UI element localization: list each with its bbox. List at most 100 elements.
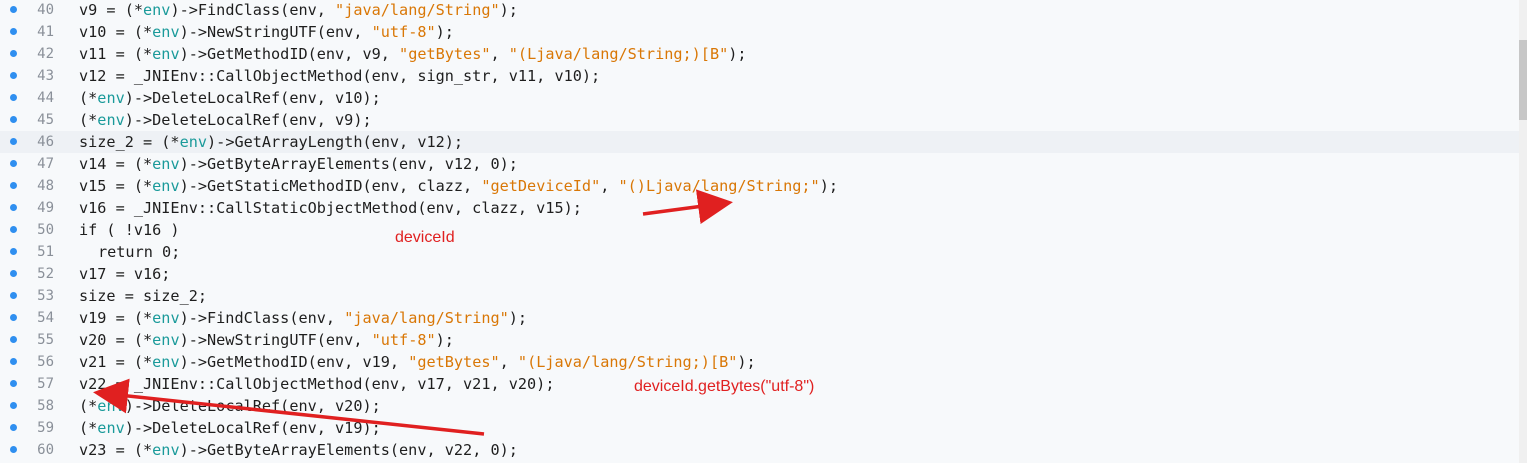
- code-text: v11 = (*env)->GetMethodID(env, v9, "getB…: [79, 43, 747, 65]
- code-token: env: [179, 133, 208, 151]
- code-token: )->FindClass(env,: [179, 309, 345, 327]
- code-token: )->GetMethodID(env, v9,: [179, 45, 400, 63]
- line-number: 46: [37, 134, 54, 150]
- code-token: );: [728, 45, 747, 63]
- code-line[interactable]: 53 size = size_2;: [0, 285, 1520, 307]
- code-line[interactable]: 55 v20 = (*env)->NewStringUTF(env, "utf-8…: [0, 329, 1520, 351]
- breakpoint-dot-icon[interactable]: [10, 446, 17, 453]
- breakpoint-dot-icon[interactable]: [10, 424, 17, 431]
- breakpoint-dot-icon[interactable]: [10, 116, 17, 123]
- code-line[interactable]: 51 return 0;: [0, 241, 1520, 263]
- code-token: return 0;: [98, 243, 181, 261]
- line-number: 45: [37, 112, 54, 128]
- code-token: )->DeleteLocalRef(env, v19);: [124, 419, 381, 437]
- code-token: env: [97, 419, 125, 437]
- breakpoint-dot-icon[interactable]: [10, 138, 17, 145]
- code-token: (*: [79, 111, 98, 129]
- breakpoint-dot-icon[interactable]: [10, 402, 17, 409]
- code-token: "getBytes": [399, 45, 491, 63]
- code-line[interactable]: 43 v12 = _JNIEnv::CallObjectMethod(env, s…: [0, 65, 1520, 87]
- breakpoint-dot-icon[interactable]: [10, 314, 17, 321]
- code-token: env: [152, 353, 180, 371]
- breakpoint-dot-icon[interactable]: [10, 358, 17, 365]
- line-number: 56: [37, 354, 54, 370]
- code-line[interactable]: 44 (*env)->DeleteLocalRef(env, v10);: [0, 87, 1520, 109]
- code-token: );: [508, 309, 528, 327]
- breakpoint-dot-icon[interactable]: [10, 248, 17, 255]
- code-token: v14 = (*: [79, 155, 153, 173]
- breakpoint-dot-icon[interactable]: [10, 204, 17, 211]
- code-text: v14 = (*env)->GetByteArrayElements(env, …: [79, 153, 518, 175]
- code-token: );: [435, 331, 454, 349]
- code-token: )->DeleteLocalRef(env, v10);: [124, 89, 381, 107]
- code-text: (*env)->DeleteLocalRef(env, v20);: [79, 395, 381, 417]
- code-token: )->FindClass(env,: [170, 1, 336, 19]
- breakpoint-dot-icon[interactable]: [10, 226, 17, 233]
- breakpoint-dot-icon[interactable]: [10, 380, 17, 387]
- code-token: v15 = (*: [79, 177, 153, 195]
- code-token: )->GetByteArrayElements(env, v22, 0);: [179, 441, 518, 459]
- code-token: (*: [79, 397, 98, 415]
- code-token: v11 = (*: [79, 45, 153, 63]
- code-text: v17 = v16;: [79, 263, 170, 285]
- annotation-getbytes: deviceId.getBytes("utf-8"): [634, 378, 815, 395]
- code-line[interactable]: 47 v14 = (*env)->GetByteArrayElements(env…: [0, 153, 1520, 175]
- code-token: ,: [490, 45, 509, 63]
- code-token: env: [152, 331, 180, 349]
- code-line[interactable]: 54 v19 = (*env)->FindClass(env, "java/lan…: [0, 307, 1520, 329]
- code-token: "utf-8": [371, 331, 436, 349]
- code-line[interactable]: 42 v11 = (*env)->GetMethodID(env, v9, "ge…: [0, 43, 1520, 65]
- code-line[interactable]: 56 v21 = (*env)->GetMethodID(env, v19, "g…: [0, 351, 1520, 373]
- code-line[interactable]: 40 v9 = (*env)->FindClass(env, "java/lang…: [0, 0, 1520, 21]
- code-text: v22 = _JNIEnv::CallObjectMethod(env, v17…: [79, 373, 554, 395]
- breakpoint-dot-icon[interactable]: [10, 6, 17, 13]
- code-line[interactable]: 45 (*env)->DeleteLocalRef(env, v9);: [0, 109, 1520, 131]
- line-number: 42: [37, 46, 54, 62]
- code-token: "utf-8": [371, 23, 436, 41]
- code-line[interactable]: 59 (*env)->DeleteLocalRef(env, v19);: [0, 417, 1520, 439]
- code-line[interactable]: 58 (*env)->DeleteLocalRef(env, v20);: [0, 395, 1520, 417]
- line-number: 57: [37, 376, 54, 392]
- code-line[interactable]: 46 size_2 = (*env)->GetArrayLength(env, v…: [0, 131, 1520, 153]
- breakpoint-dot-icon[interactable]: [10, 336, 17, 343]
- breakpoint-dot-icon[interactable]: [10, 28, 17, 35]
- code-line[interactable]: 60 v23 = (*env)->GetByteArrayElements(env…: [0, 439, 1520, 461]
- code-token: env: [152, 177, 180, 195]
- code-token: ,: [499, 353, 518, 371]
- code-token: env: [152, 45, 180, 63]
- code-token: v21 = (*: [79, 353, 153, 371]
- code-line[interactable]: 48 v15 = (*env)->GetStaticMethodID(env, c…: [0, 175, 1520, 197]
- code-token: "(Ljava/lang/String;)[B": [508, 45, 729, 63]
- line-number: 43: [37, 68, 54, 84]
- code-token: )->GetByteArrayElements(env, v12, 0);: [179, 155, 518, 173]
- code-text: v19 = (*env)->FindClass(env, "java/lang/…: [79, 307, 527, 329]
- code-line[interactable]: 49 v16 = _JNIEnv::CallStaticObjectMethod(…: [0, 197, 1520, 219]
- scrollbar-thumb[interactable]: [1519, 40, 1527, 120]
- code-text: v9 = (*env)->FindClass(env, "java/lang/S…: [79, 0, 518, 21]
- line-number: 60: [37, 442, 54, 458]
- code-line[interactable]: 50 if ( !v16 ): [0, 219, 1520, 241]
- breakpoint-dot-icon[interactable]: [10, 94, 17, 101]
- line-number: 44: [37, 90, 54, 106]
- code-token: env: [152, 155, 180, 173]
- breakpoint-dot-icon[interactable]: [10, 50, 17, 57]
- code-line[interactable]: 41 v10 = (*env)->NewStringUTF(env, "utf-8…: [0, 21, 1520, 43]
- code-line[interactable]: 52 v17 = v16;: [0, 263, 1520, 285]
- annotation-deviceid: deviceId: [395, 229, 455, 246]
- code-token: "getBytes": [408, 353, 500, 371]
- breakpoint-dot-icon[interactable]: [10, 292, 17, 299]
- code-text: v10 = (*env)->NewStringUTF(env, "utf-8")…: [79, 21, 454, 43]
- code-token: env: [152, 23, 180, 41]
- vertical-scrollbar[interactable]: [1519, 0, 1527, 463]
- code-token: if ( !v16 ): [79, 221, 180, 239]
- breakpoint-dot-icon[interactable]: [10, 182, 17, 189]
- line-number: 41: [37, 24, 54, 40]
- code-text: v20 = (*env)->NewStringUTF(env, "utf-8")…: [79, 329, 454, 351]
- breakpoint-dot-icon[interactable]: [10, 270, 17, 277]
- code-token: )->DeleteLocalRef(env, v9);: [124, 111, 372, 129]
- code-text: if ( !v16 ): [79, 219, 180, 241]
- code-text: v21 = (*env)->GetMethodID(env, v19, "get…: [79, 351, 756, 373]
- breakpoint-dot-icon[interactable]: [10, 72, 17, 79]
- code-text: (*env)->DeleteLocalRef(env, v10);: [79, 87, 381, 109]
- breakpoint-dot-icon[interactable]: [10, 160, 17, 167]
